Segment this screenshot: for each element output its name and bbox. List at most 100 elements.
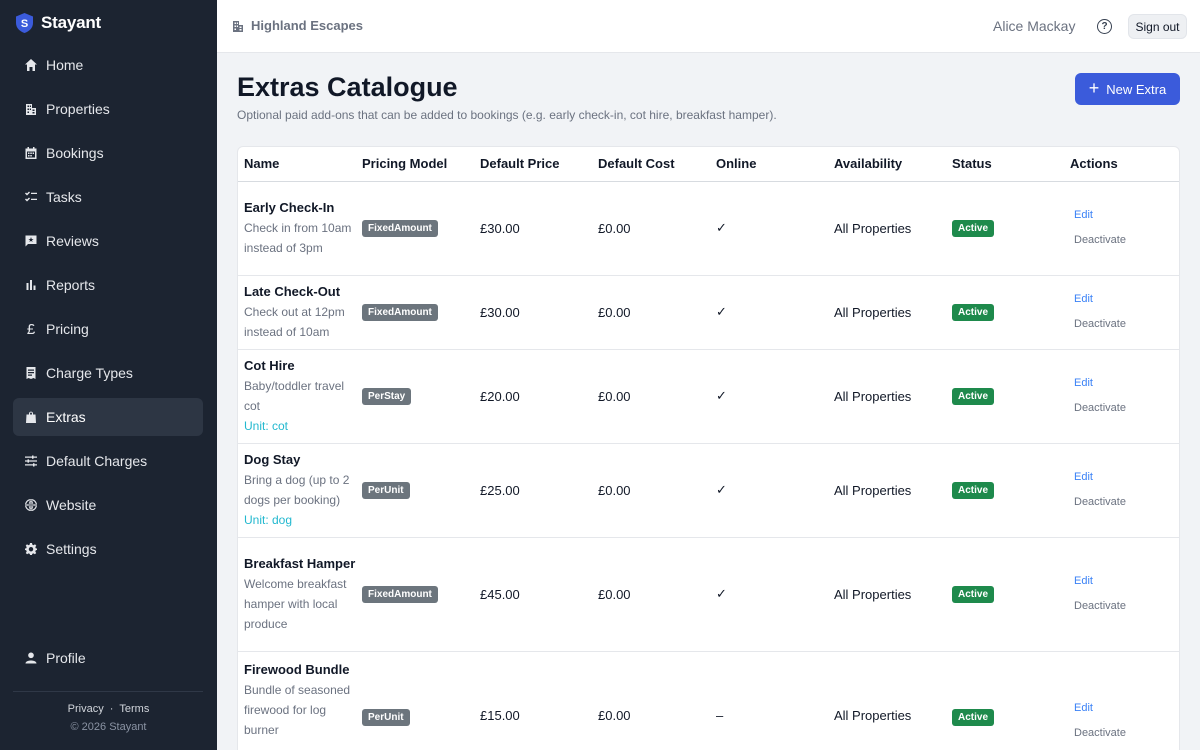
column-header[interactable]: Name [238, 147, 356, 182]
user-name[interactable]: Alice Mackay [993, 18, 1075, 34]
online-dash: – [710, 651, 828, 750]
column-header[interactable]: Status [946, 147, 1064, 182]
extra-name: Firewood Bundle [244, 661, 350, 677]
sliders-icon [24, 454, 38, 468]
new-extra-button[interactable]: + New Extra [1075, 73, 1180, 105]
availability: All Properties [828, 275, 946, 350]
edit-link[interactable]: Edit [1070, 287, 1179, 312]
org-selector[interactable]: Highland Escapes [231, 18, 363, 33]
sidebar-item-label: Settings [46, 541, 97, 557]
actions-cell: Edit Deactivate [1064, 275, 1179, 350]
column-header[interactable]: Pricing Model [356, 147, 474, 182]
extra-description: Bring a dog (up to 2 dogs per booking) [244, 473, 350, 507]
column-header[interactable]: Online [710, 147, 828, 182]
sidebar-item-properties[interactable]: Properties [13, 90, 203, 128]
topbar: Highland Escapes Alice Mackay ? Sign out [217, 0, 1200, 53]
status-cell: Active [946, 349, 1064, 444]
deactivate-link[interactable]: Deactivate [1070, 312, 1179, 337]
status-badge: Active [952, 388, 995, 405]
calendar-icon [24, 146, 38, 160]
extra-unit: Unit: dog [244, 513, 293, 527]
status-badge: Active [952, 220, 995, 237]
sidebar-item-label: Extras [46, 409, 86, 425]
pound-icon: £ [26, 320, 36, 338]
sidebar-item-default-charges[interactable]: Default Charges [13, 442, 203, 480]
name-cell: Early Check-In Check in from 10am instea… [238, 181, 356, 276]
extra-name: Dog Stay [244, 452, 301, 467]
receipt-icon [24, 366, 38, 380]
pricing-model-badge: FixedAmount [362, 586, 438, 603]
online-check-icon: ✓ [710, 537, 828, 652]
availability: All Properties [828, 651, 946, 750]
new-extra-label: New Extra [1106, 81, 1167, 97]
column-header: Actions [1064, 147, 1179, 182]
table-row: Breakfast Hamper Welcome breakfast hampe… [238, 537, 1179, 652]
availability: All Properties [828, 537, 946, 652]
sidebar-item-home[interactable]: Home [13, 46, 203, 84]
edit-link[interactable]: Edit [1070, 465, 1179, 490]
sidebar-item-settings[interactable]: Settings [13, 530, 203, 568]
sidebar-item-pricing[interactable]: £ Pricing [13, 310, 203, 348]
terms-link[interactable]: Terms [119, 703, 149, 715]
status-badge: Active [952, 708, 995, 726]
sidebar: S Stayant Home Properties Bookings Tasks… [0, 0, 217, 750]
status-cell: Active [946, 651, 1064, 750]
deactivate-link[interactable]: Deactivate [1070, 594, 1179, 619]
deactivate-link[interactable]: Deactivate [1070, 721, 1179, 746]
name-cell: Firewood Bundle Bundle of seasoned firew… [238, 651, 356, 750]
pricing-model-badge: PerUnit [362, 708, 410, 726]
deactivate-link[interactable]: Deactivate [1070, 396, 1179, 421]
sidebar-item-website[interactable]: Website [13, 486, 203, 524]
brand[interactable]: S Stayant [16, 13, 101, 33]
sidebar-divider [13, 691, 203, 692]
edit-link[interactable]: Edit [1070, 371, 1179, 396]
sidebar-item-label: Home [46, 57, 84, 73]
logo-icon: S [16, 13, 33, 33]
org-name: Highland Escapes [251, 18, 363, 33]
status-badge: Active [952, 586, 995, 603]
online-check-icon: ✓ [710, 443, 828, 538]
home-icon [24, 58, 38, 72]
sidebar-item-label: Charge Types [46, 365, 133, 381]
privacy-link[interactable]: Privacy [68, 703, 104, 715]
pricing-model-badge: PerUnit [362, 482, 410, 499]
help-icon[interactable]: ? [1097, 19, 1112, 34]
extra-name: Late Check-Out [244, 284, 341, 299]
sidebar-item-reports[interactable]: Reports [13, 266, 203, 304]
availability: All Properties [828, 443, 946, 538]
availability: All Properties [828, 181, 946, 276]
pricing-model-badge: PerStay [362, 388, 412, 405]
extra-name: Cot Hire [244, 358, 295, 373]
edit-link[interactable]: Edit [1070, 569, 1179, 594]
edit-link[interactable]: Edit [1070, 203, 1179, 228]
default-cost: £0.00 [592, 537, 710, 652]
column-header[interactable]: Default Cost [592, 147, 710, 182]
deactivate-link[interactable]: Deactivate [1070, 490, 1179, 515]
pricing-model-cell: PerUnit [356, 443, 474, 538]
sidebar-item-tasks[interactable]: Tasks [13, 178, 203, 216]
sidebar-item-extras[interactable]: Extras [13, 398, 203, 436]
default-cost: £0.00 [592, 443, 710, 538]
status-cell: Active [946, 181, 1064, 276]
sidebar-item-bookings[interactable]: Bookings [13, 134, 203, 172]
extra-description: Check in from 10am instead of 3pm [244, 221, 352, 255]
status-badge: Active [952, 482, 995, 499]
sidebar-item-label: Pricing [46, 321, 89, 337]
extra-description: Bundle of seasoned firewood for log burn… [244, 682, 351, 737]
edit-link[interactable]: Edit [1070, 696, 1179, 721]
extra-name: Early Check-In [244, 200, 335, 215]
column-header[interactable]: Availability [828, 147, 946, 182]
pricing-model-cell: FixedAmount [356, 537, 474, 652]
app-name: Stayant [41, 13, 102, 32]
status-cell: Active [946, 443, 1064, 538]
sidebar-item-charge-types[interactable]: Charge Types [13, 354, 203, 392]
sidebar-item-profile[interactable]: Profile [13, 639, 203, 677]
sidebar-nav: Home Properties Bookings Tasks Reviews R… [13, 46, 203, 574]
sidebar-item-reviews[interactable]: Reviews [13, 222, 203, 260]
column-header[interactable]: Default Price [474, 147, 592, 182]
deactivate-link[interactable]: Deactivate [1070, 228, 1179, 253]
extra-description: Baby/toddler travel cot [244, 379, 345, 413]
default-cost: £0.00 [592, 651, 710, 750]
sign-out-button[interactable]: Sign out [1128, 14, 1187, 39]
name-cell: Cot Hire Baby/toddler travel cot Unit: c… [238, 349, 356, 444]
